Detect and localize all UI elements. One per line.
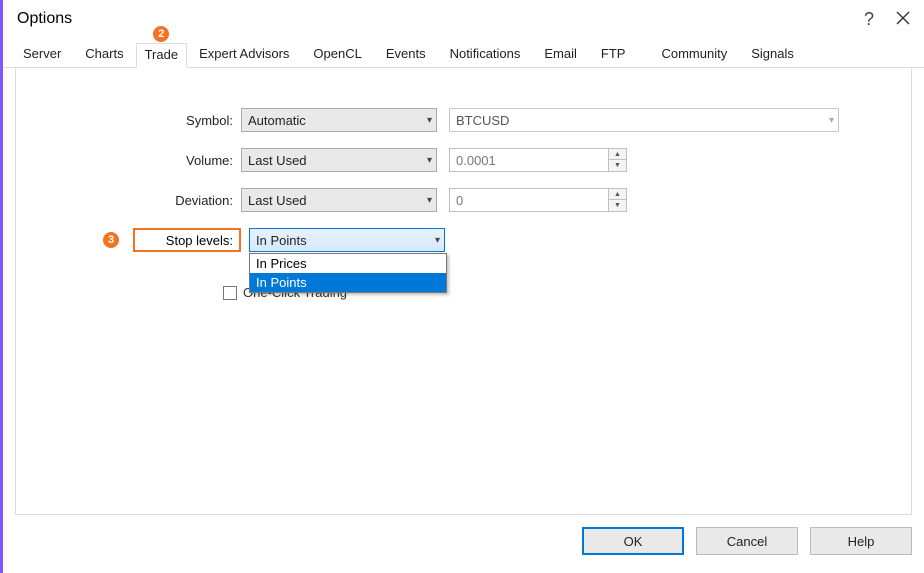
titlebar: Options ? <box>3 0 924 40</box>
symbol-value-combo[interactable]: BTCUSD ▾ <box>449 108 839 132</box>
deviation-mode-value: Last Used <box>248 193 307 208</box>
tab-notifications[interactable]: Notifications <box>438 40 533 68</box>
volume-spin-down[interactable]: ▼ <box>609 160 626 171</box>
options-dialog: Options ? Server Charts 2 Trade Expert A… <box>0 0 924 573</box>
stoplevels-dropdown: In Prices In Points <box>249 253 447 293</box>
titlebar-actions: ? <box>864 9 910 30</box>
row-stoplevels: 3 Stop levels: In Points ▾ In Prices In … <box>36 226 891 254</box>
tabs: Server Charts 2 Trade Expert Advisors Op… <box>3 40 924 68</box>
chevron-down-icon: ▾ <box>427 195 432 206</box>
dialog-buttons: OK Cancel Help <box>582 517 912 565</box>
volume-value-input[interactable]: 0.0001 ▲ ▼ <box>449 148 627 172</box>
titlebar-help-icon[interactable]: ? <box>864 9 874 30</box>
stoplevels-selected: In Points <box>256 233 307 248</box>
symbol-mode-value: Automatic <box>248 113 306 128</box>
stoplevels-combo[interactable]: In Points ▾ In Prices In Points <box>249 228 445 252</box>
symbol-value: BTCUSD <box>456 113 509 128</box>
volume-mode-combo[interactable]: Last Used ▾ <box>241 148 437 172</box>
deviation-value-input[interactable]: 0 ▲ ▼ <box>449 188 627 212</box>
tab-trade[interactable]: 2 Trade <box>136 43 187 68</box>
row-symbol: Symbol: Automatic ▾ BTCUSD ▾ <box>36 106 891 134</box>
label-volume: Volume: <box>36 153 241 168</box>
deviation-value: 0 <box>456 193 463 208</box>
label-deviation: Deviation: <box>36 193 241 208</box>
chevron-down-icon: ▾ <box>427 155 432 166</box>
chevron-down-icon: ▾ <box>427 115 432 126</box>
row-volume: Volume: Last Used ▾ 0.0001 ▲ ▼ <box>36 146 891 174</box>
tab-expert-advisors[interactable]: Expert Advisors <box>187 40 301 68</box>
titlebar-close-icon[interactable] <box>896 9 910 30</box>
label-stoplevels-annot: 3 Stop levels: <box>133 228 241 252</box>
label-symbol: Symbol: <box>36 113 241 128</box>
tab-signals[interactable]: Signals <box>739 40 806 68</box>
tab-charts[interactable]: Charts <box>73 40 135 68</box>
help-button[interactable]: Help <box>810 527 912 555</box>
symbol-mode-combo[interactable]: Automatic ▾ <box>241 108 437 132</box>
tab-events[interactable]: Events <box>374 40 438 68</box>
tab-ftp[interactable]: FTP <box>589 40 638 68</box>
volume-value: 0.0001 <box>456 153 496 168</box>
annotation-badge-2: 2 <box>153 26 169 42</box>
tab-opencl[interactable]: OpenCL <box>301 40 373 68</box>
volume-spin-up[interactable]: ▲ <box>609 149 626 160</box>
label-stoplevels: Stop levels: <box>166 233 233 248</box>
stoplevels-option-in-points[interactable]: In Points <box>250 273 446 292</box>
deviation-spinner: ▲ ▼ <box>608 189 626 211</box>
deviation-spin-down[interactable]: ▼ <box>609 200 626 211</box>
chevron-down-icon: ▾ <box>435 235 440 246</box>
one-click-checkbox[interactable] <box>223 286 237 300</box>
tab-server[interactable]: Server <box>11 40 73 68</box>
titlebar-title: Options <box>17 10 72 28</box>
trade-pane: Symbol: Automatic ▾ BTCUSD ▾ Volume: Las… <box>15 68 912 515</box>
deviation-spin-up[interactable]: ▲ <box>609 189 626 200</box>
cancel-button[interactable]: Cancel <box>696 527 798 555</box>
stoplevels-option-in-prices[interactable]: In Prices <box>250 254 446 273</box>
deviation-mode-combo[interactable]: Last Used ▾ <box>241 188 437 212</box>
chevron-down-icon: ▾ <box>829 115 834 126</box>
tab-community[interactable]: Community <box>649 40 739 68</box>
volume-mode-value: Last Used <box>248 153 307 168</box>
annotation-badge-3: 3 <box>103 232 119 248</box>
volume-spinner: ▲ ▼ <box>608 149 626 171</box>
row-deviation: Deviation: Last Used ▾ 0 ▲ ▼ <box>36 186 891 214</box>
ok-button[interactable]: OK <box>582 527 684 555</box>
tab-email[interactable]: Email <box>532 40 589 68</box>
